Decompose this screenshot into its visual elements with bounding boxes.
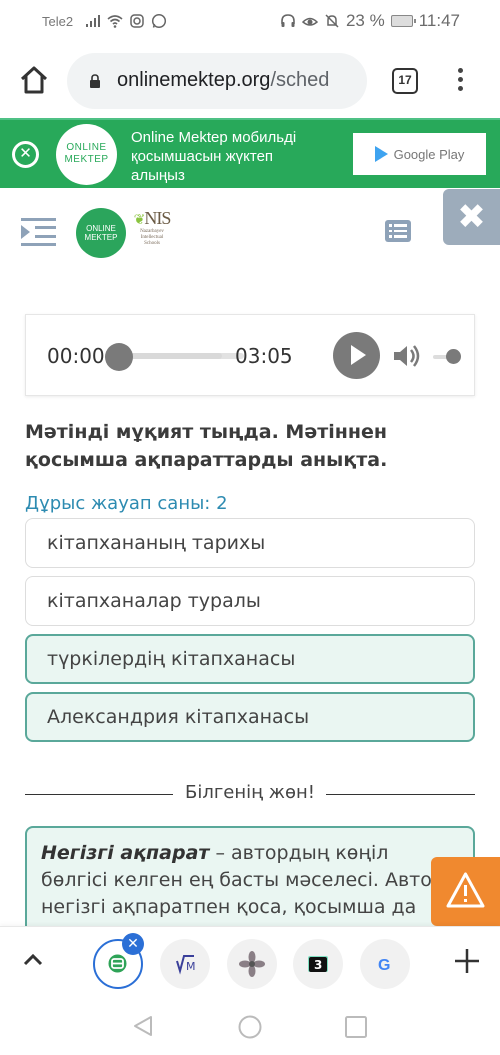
answer-option-label: кітапханалар туралы (47, 590, 261, 612)
whatsapp-icon (152, 13, 167, 29)
play-button[interactable] (333, 332, 380, 379)
lock-icon (90, 74, 100, 88)
nis-leaf-icon: ❦ (133, 213, 146, 228)
seek-buffer (122, 353, 223, 359)
audio-player: 00:00 03:05 (25, 314, 475, 396)
nis-logo: ❦NIS Nazarbayev Intellectual Schools (128, 208, 176, 258)
battery-icon (390, 15, 416, 27)
answer-option-selected[interactable]: Александрия кітапханасы (25, 692, 475, 742)
wifi-icon (107, 15, 123, 28)
tab[interactable] (227, 939, 277, 989)
online-mektep-logo: ONLINE MEKTEP (56, 124, 117, 185)
svg-text:G: G (378, 957, 390, 974)
nis-title: NIS (144, 208, 171, 228)
logo-line1: ONLINE (66, 142, 107, 153)
banner-text: Online Mektep мобильді қосымшасын жүктеп… (131, 129, 297, 184)
answer-option[interactable]: кітапхананың тарихы (25, 518, 475, 568)
divider-line (326, 794, 475, 795)
volume-icon[interactable] (392, 344, 422, 368)
banner-close-icon[interactable]: ✕ (12, 141, 39, 168)
tab[interactable]: 3 (293, 939, 343, 989)
headphones-icon (281, 14, 295, 27)
recents-icon[interactable] (344, 1015, 368, 1039)
battery-percent: 23 % (345, 11, 385, 30)
answer-option-label: кітапхананың тарихы (47, 532, 266, 554)
address-bar[interactable]: onlinemektep.org/sched (67, 53, 367, 109)
system-nav-bar (0, 998, 500, 1055)
nis-sub3: Schools (144, 241, 160, 246)
question-text: Мәтінді мұқият тыңда. Мәтіннен қосымша а… (25, 421, 388, 471)
new-tab-plus-icon[interactable] (453, 947, 481, 975)
total-time: 03:05 (235, 344, 293, 368)
google-favicon-icon: G (378, 957, 390, 974)
back-icon[interactable] (131, 1014, 155, 1038)
url-path: /sched (270, 69, 330, 91)
tab[interactable]: G (360, 939, 410, 989)
header-logo-line1: ONLINE (86, 224, 116, 233)
site-header: ONLINE MEKTEP ❦NIS Nazarbayev Intellectu… (0, 190, 500, 270)
tip-term: Негізгі ақпарат (41, 842, 210, 864)
three-favicon-icon: 3 (308, 956, 328, 972)
svg-text:M: M (186, 960, 196, 973)
signal-icon (86, 15, 101, 27)
flower-favicon-icon (239, 951, 265, 977)
url-domain: onlinemektep.org (117, 69, 271, 91)
browser-toolbar: onlinemektep.org/sched 17 (0, 50, 500, 116)
task-list-icon[interactable] (385, 220, 411, 242)
sidebar-toggle-icon[interactable] (21, 216, 56, 248)
current-time: 00:00 (47, 344, 105, 368)
answer-option-label: түркілердің кітапханасы (47, 648, 296, 670)
math-favicon-icon: M (176, 955, 196, 975)
google-play-label: Google Play (393, 146, 465, 162)
warning-icon (446, 872, 485, 908)
answer-count: Дұрыс жауап саны: 2 (25, 493, 228, 514)
seek-bar[interactable] (122, 353, 244, 359)
tab[interactable]: M (160, 939, 210, 989)
url-text[interactable]: onlinemektep.org/sched (117, 69, 357, 92)
answer-option-label: Александрия кітапханасы (47, 706, 310, 728)
instagram-icon (130, 14, 144, 28)
tip-divider: Білгенің жөн! (25, 782, 475, 806)
logo-line2: MEKTEP (64, 154, 109, 165)
tab-strip: ✕ M 3 G (0, 926, 500, 998)
online-mektep-header-logo[interactable]: ONLINE MEKTEP (76, 208, 126, 258)
home-icon[interactable] (18, 64, 50, 96)
google-play-button[interactable]: Google Play (353, 133, 486, 175)
answer-option[interactable]: кітапханалар туралы (25, 576, 475, 626)
notifications-off-icon (325, 14, 339, 28)
tab-switcher-button[interactable]: 17 (392, 68, 418, 94)
tab-close-icon[interactable]: ✕ (122, 933, 144, 955)
carrier-name: Tele2 (42, 13, 74, 29)
clock: 11:47 (418, 11, 460, 30)
more-menu-icon[interactable] (453, 68, 467, 96)
chevron-up-icon[interactable] (22, 953, 44, 967)
divider-label: Білгенің жөн! (185, 782, 315, 803)
home-nav-icon[interactable] (237, 1014, 263, 1040)
report-issue-button[interactable] (431, 857, 500, 926)
answer-option-selected[interactable]: түркілердің кітапханасы (25, 634, 475, 684)
app-install-banner: ✕ ONLINE MEKTEP Online Mektep мобильді қ… (0, 118, 500, 188)
status-bar: Tele2 23 % 11:47 (0, 0, 500, 46)
header-logo-line2: MEKTEP (84, 233, 118, 242)
volume-handle[interactable] (446, 349, 461, 364)
seek-handle[interactable] (105, 343, 133, 371)
close-panel-button[interactable]: ✖ (443, 189, 500, 245)
svg-text:3: 3 (314, 958, 322, 972)
google-play-icon (374, 146, 388, 162)
eye-comfort-icon (301, 17, 318, 26)
